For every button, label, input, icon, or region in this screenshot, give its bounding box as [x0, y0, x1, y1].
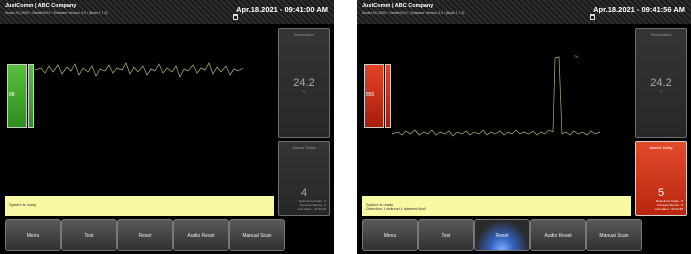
- alarm-stats: Detections Today : 4 Previous Alarms : 0…: [282, 199, 326, 211]
- peak-label: 74: [574, 55, 578, 59]
- gauge-level-bar: [28, 64, 34, 128]
- device-info: Model XC-9000 / SerialNXXX / Software Ve…: [5, 11, 108, 15]
- menu-button[interactable]: Menu: [362, 219, 418, 251]
- status-message-2: Detection 1 channel 1 alarmed first!: [366, 207, 426, 211]
- status-message: System is ready.: [9, 203, 37, 207]
- manual-scan-button[interactable]: Manual Scan: [229, 219, 285, 251]
- alarms-title: Alarms Today: [649, 146, 673, 150]
- header-bar: JustComm | ABC Company Model XC-9000 / S…: [357, 0, 691, 24]
- temperature-unit: °C: [659, 90, 663, 94]
- last-alarm: Last Alarm : 09:41:56: [654, 207, 683, 211]
- alarms-count: 5: [657, 187, 665, 199]
- detector-gauge[interactable]: 88: [7, 64, 34, 128]
- signal-graph: 74: [362, 26, 631, 195]
- audio-reset-button[interactable]: Audio Reset: [530, 219, 586, 251]
- status-bar: System is ready. Detection 1 channel 1 a…: [362, 196, 631, 216]
- alarm-stats: Detections Today : 5 Previous Alarms : 0…: [639, 199, 683, 211]
- date-time: Apr.18.2021 - 09:41:56 AM: [593, 5, 685, 14]
- detector-gauge[interactable]: 850: [364, 64, 391, 128]
- right-monitor-screen: JustComm | ABC Company Model XC-9000 / S…: [357, 0, 691, 254]
- temperature-title: Temperature: [650, 33, 672, 37]
- signal-graph: [5, 26, 274, 195]
- trash-icon[interactable]: [590, 14, 595, 20]
- manual-scan-button[interactable]: Manual Scan: [586, 219, 642, 251]
- test-button[interactable]: Test: [418, 219, 474, 251]
- gauge-value: 850: [366, 92, 375, 98]
- temperature-unit: °C: [302, 90, 306, 94]
- header-bar: JustComm | ABC Company Model XC-9000 / S…: [0, 0, 334, 24]
- device-info: Model XC-9000 / SerialNXXX / Software Ve…: [362, 11, 465, 15]
- alarms-count: 4: [300, 187, 308, 199]
- temperature-panel: Temperature 24.2 °C: [635, 28, 687, 138]
- status-bar: System is ready.: [5, 196, 274, 216]
- left-monitor-screen: JustComm | ABC Company Model XC-9000 / S…: [0, 0, 334, 254]
- temperature-value: 24.2: [650, 77, 672, 89]
- reset-button[interactable]: Reset: [474, 219, 530, 251]
- audio-reset-button[interactable]: Audio Reset: [173, 219, 229, 251]
- alarms-title: Alarms Today: [292, 146, 316, 150]
- signal-chart: [34, 62, 244, 78]
- gauge-value: 88: [9, 92, 15, 98]
- trash-icon[interactable]: [233, 14, 238, 20]
- signal-chart: [391, 56, 601, 137]
- brand-title: JustComm | ABC Company: [362, 3, 434, 9]
- temperature-value: 24.2: [293, 77, 315, 89]
- temperature-panel: Temperature 24.2 °C: [278, 28, 330, 138]
- date-time: Apr.18.2021 - 09:41:00 AM: [236, 5, 328, 14]
- button-bar: Menu Test Reset Audio Reset Manual Scan: [0, 217, 334, 254]
- signal-trace: [391, 56, 601, 137]
- signal-trace: [34, 62, 244, 78]
- menu-button[interactable]: Menu: [5, 219, 61, 251]
- test-button[interactable]: Test: [61, 219, 117, 251]
- button-bar: Menu Test Reset Audio Reset Manual Scan: [357, 217, 691, 254]
- last-alarm: Last Alarm : 09:30:18: [297, 207, 326, 211]
- reset-button[interactable]: Reset: [117, 219, 173, 251]
- temperature-title: Temperature: [293, 33, 315, 37]
- alarms-panel: Alarms Today 5 Detections Today : 5 Prev…: [635, 141, 687, 216]
- brand-title: JustComm | ABC Company: [5, 3, 77, 9]
- gauge-level-bar: [385, 64, 391, 128]
- alarms-panel: Alarms Today 4 Detections Today : 4 Prev…: [278, 141, 330, 216]
